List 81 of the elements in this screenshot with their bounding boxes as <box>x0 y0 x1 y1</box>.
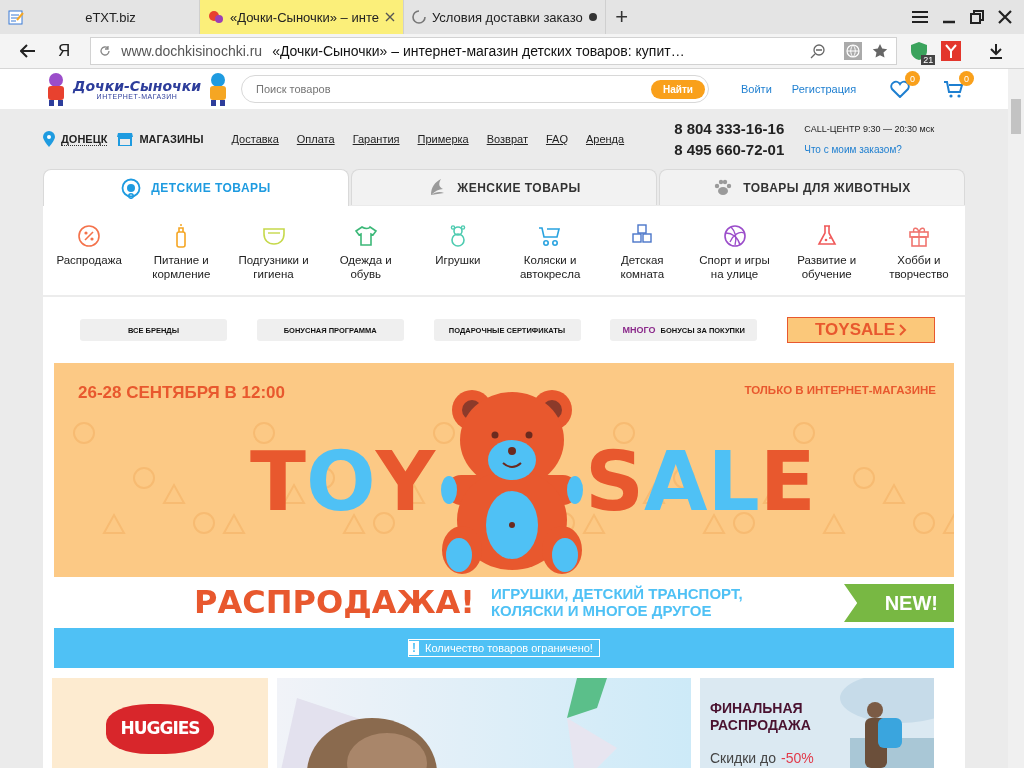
register-link[interactable]: Регистрация <box>791 83 857 95</box>
phone-number: 8 804 333-16-16 <box>674 120 785 137</box>
logo-icon <box>208 9 224 25</box>
store-icon <box>117 132 134 146</box>
close-icon[interactable] <box>384 12 395 22</box>
category-icon <box>906 224 931 248</box>
zoom-out-icon[interactable] <box>810 43 827 59</box>
heart-icon[interactable] <box>890 80 911 98</box>
count-badge: 0 <box>905 71 921 86</box>
nav-link[interactable]: FAQ <box>545 133 568 145</box>
call-center-hours: CALL-ЦЕНТР 9:30 — 20:30 мск <box>804 123 935 134</box>
stock-notice: ! Количество товаров ограничено! <box>408 639 600 657</box>
chevron-icon <box>899 324 907 336</box>
count-badge: 21 <box>921 55 936 65</box>
order-status-link[interactable]: Что с моим заказом? <box>804 143 935 155</box>
count-badge: 0 <box>959 71 975 86</box>
back-icon[interactable] <box>20 44 36 58</box>
city-selector[interactable]: ДОНЕЦК <box>61 132 108 146</box>
category-link[interactable]: Подгузники и гигиена <box>235 254 312 282</box>
category-link[interactable]: Детская комната <box>604 254 681 282</box>
discount-label: Скидки до <box>710 750 776 766</box>
title-letter: Y <box>375 441 436 523</box>
location-pin-icon <box>43 131 55 147</box>
extension-icon[interactable] <box>941 41 962 61</box>
category-link[interactable]: Коляски и автокресла <box>512 254 589 282</box>
title-letter: E <box>759 441 816 523</box>
category-link[interactable]: Хобби и творчество <box>880 254 957 282</box>
login-link[interactable]: Войти <box>741 83 772 95</box>
close-icon[interactable] <box>998 10 1012 24</box>
download-icon[interactable] <box>989 43 1004 59</box>
category-icon <box>77 224 102 248</box>
sale-title: РАСПРОДАЖА! <box>194 583 475 621</box>
sale-subtitle: КОЛЯСКИ И МНОГОЕ ДРУГОЕ <box>490 602 713 620</box>
tab-icon <box>121 177 142 199</box>
title-letter: O <box>305 441 376 523</box>
brand-tile[interactable]: HUGGIES <box>52 678 268 768</box>
nav-link[interactable]: Возврат <box>486 133 528 145</box>
title-letter: S <box>585 441 645 523</box>
browser-tab[interactable]: «Дочки-Сыночки» – инте <box>200 0 404 34</box>
tab-icon <box>713 177 734 198</box>
menu-icon[interactable] <box>912 11 928 23</box>
yandex-button[interactable]: Я <box>58 41 71 61</box>
category-link[interactable]: Распродажа <box>56 254 122 268</box>
title-letter: A <box>644 441 708 523</box>
category-link[interactable]: Развитие и обучение <box>788 254 865 282</box>
sale-subtitle: ИГРУШКИ, ДЕТСКИЙ ТРАНСПОРТ, <box>490 584 743 602</box>
nav-link[interactable]: Оплата <box>296 133 335 145</box>
category-link[interactable]: Одежда и обувь <box>327 254 404 282</box>
address-bar[interactable]: www.dochkisinochki.ru «Дочки-Сыночки» – интернет-магазин детских товаров: купит… <box>90 37 898 65</box>
category-link[interactable]: Спорт и игры на улице <box>696 254 773 282</box>
category-tab[interactable]: ТОВАРЫ ДЛЯ ЖИВОТНЫХ <box>659 169 965 205</box>
title-letter: T <box>250 441 306 523</box>
promo-title: ФИНАЛЬНАЯ РАСПРОДАЖА <box>710 700 812 734</box>
notepad-icon <box>8 9 24 25</box>
restore-icon[interactable] <box>970 10 984 24</box>
new-tab-button[interactable]: + <box>605 0 638 34</box>
nav-link[interactable]: Доставка <box>231 133 279 145</box>
cart-icon[interactable] <box>944 80 965 98</box>
category-icon <box>353 224 378 248</box>
stores-link[interactable]: МАГАЗИНЫ <box>139 133 204 145</box>
brand-logo: HUGGIES <box>106 704 214 754</box>
sale-dates: 26-28 СЕНТЯБРЯ В 12:00 <box>78 383 286 403</box>
reload-icon[interactable] <box>99 45 112 57</box>
online-only-note: ТОЛЬКО В ИНТЕРНЕТ-МАГАЗИНЕ <box>744 384 936 396</box>
new-badge: NEW! <box>844 584 954 622</box>
discount-value: -50% <box>781 750 814 766</box>
star-icon[interactable] <box>872 43 889 59</box>
category-link[interactable]: Питание и кормление <box>143 254 220 282</box>
dot-icon <box>588 13 597 21</box>
nav-link[interactable]: Примерка <box>417 133 469 145</box>
category-icon <box>722 224 747 248</box>
phone-number: 8 495 660-72-01 <box>674 141 785 158</box>
title-letter: L <box>707 441 760 523</box>
partner-logo: МНОГО <box>622 325 656 335</box>
nav-link[interactable]: Гарантия <box>352 133 400 145</box>
nav-link[interactable]: Аренда <box>585 133 625 145</box>
category-tab[interactable]: ЖЕНСКИЕ ТОВАРЫ <box>351 169 657 205</box>
scrollbar-thumb[interactable] <box>1011 99 1021 134</box>
category-icon <box>538 224 563 248</box>
spinner-icon <box>411 10 426 24</box>
category-link[interactable]: Игрушки <box>435 254 481 268</box>
